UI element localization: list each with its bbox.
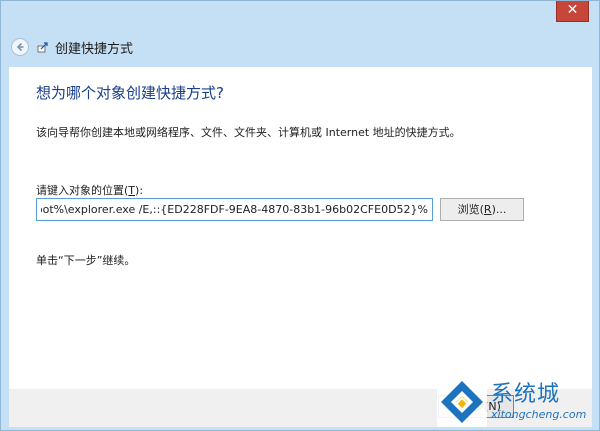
wizard-window: ✕ 创建快捷方式 想为哪个对象创建快捷方式? 该向导帮你创建本地或网络程序、文件…	[0, 0, 600, 431]
watermark: 系统城 xitongcheng.com	[437, 376, 595, 428]
window-title: 创建快捷方式	[55, 41, 134, 57]
wizard-content: 想为哪个对象创建快捷方式? 该向导帮你创建本地或网络程序、文件、文件夹、计算机或…	[9, 67, 592, 389]
back-arrow-icon	[16, 42, 24, 52]
back-button[interactable]	[11, 38, 29, 56]
wizard-description: 该向导帮你创建本地或网络程序、文件、文件夹、计算机或 Internet 地址的快…	[36, 126, 461, 139]
shortcut-wizard-icon	[37, 41, 49, 53]
continue-hint: 单击“下一步”继续。	[36, 254, 136, 267]
browse-button[interactable]: 浏览(R)...	[440, 198, 524, 221]
location-label: 请键入对象的位置(T):	[36, 184, 144, 197]
title-bar: 创建快捷方式	[11, 37, 133, 57]
close-button[interactable]: ✕	[556, 1, 589, 22]
page-heading: 想为哪个对象创建快捷方式?	[36, 84, 224, 102]
watermark-url: xitongcheng.com	[491, 408, 587, 421]
watermark-brand: 系统城	[491, 382, 561, 407]
location-input[interactable]	[36, 198, 433, 221]
close-icon: ✕	[566, 2, 579, 18]
watermark-logo-icon	[437, 377, 487, 427]
watermark-text: 系统城 xitongcheng.com	[491, 382, 586, 422]
